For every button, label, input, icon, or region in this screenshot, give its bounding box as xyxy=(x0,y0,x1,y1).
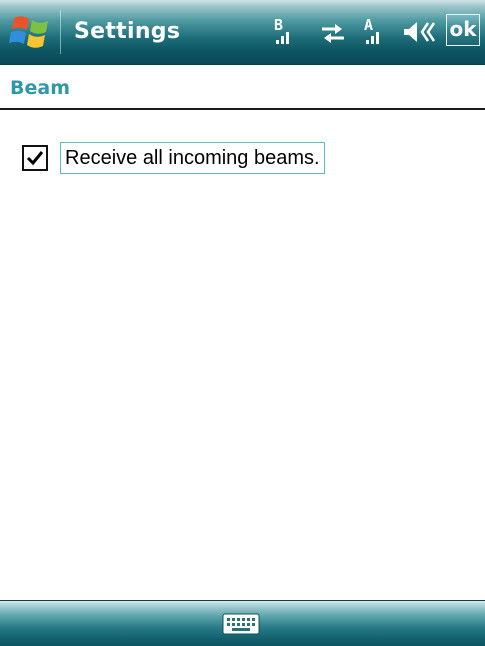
header-divider xyxy=(0,108,485,110)
svg-text:A: A xyxy=(364,16,373,34)
connectivity-arrows-icon[interactable] xyxy=(318,10,348,54)
receive-beams-checkbox[interactable] xyxy=(22,145,48,171)
device-screen: Settings B A ok Beam Receive all incomin… xyxy=(0,0,485,646)
checkmark-icon xyxy=(26,151,44,166)
page-title: Beam xyxy=(10,77,70,99)
title-separator xyxy=(60,10,61,54)
softkey-bar xyxy=(0,600,485,646)
ok-button[interactable]: ok xyxy=(446,14,480,46)
speaker-volume-icon[interactable] xyxy=(400,10,440,54)
app-title: Settings xyxy=(74,19,181,44)
start-windows-icon[interactable] xyxy=(8,10,54,54)
receive-beams-label[interactable]: Receive all incoming beams. xyxy=(60,142,325,174)
title-bar: Settings B A ok xyxy=(0,0,485,65)
signal-b-icon[interactable]: B xyxy=(270,10,300,54)
svg-text:B: B xyxy=(274,16,283,34)
signal-a-icon[interactable]: A xyxy=(360,10,390,54)
keyboard-icon[interactable] xyxy=(222,611,260,637)
